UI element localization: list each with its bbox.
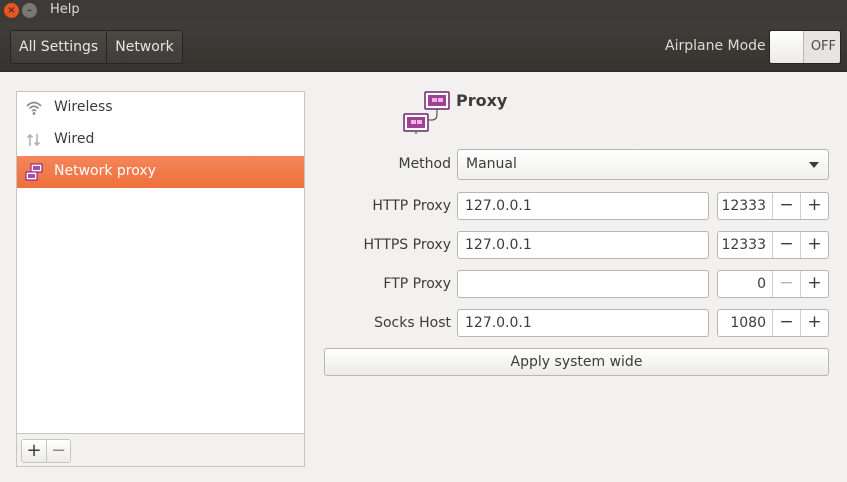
https-proxy-host-input[interactable]: [457, 231, 709, 259]
page-title: Proxy: [456, 91, 508, 110]
airplane-mode-label: Airplane Mode: [665, 38, 766, 54]
ftp-proxy-host-input[interactable]: [457, 270, 709, 298]
title-bar: × – Help: [0, 0, 847, 22]
switch-knob[interactable]: [770, 31, 804, 63]
method-dropdown[interactable]: Manual: [457, 149, 829, 180]
network-proxy-icon: [25, 163, 43, 181]
wired-icon: [26, 133, 41, 147]
window-title: Help: [50, 2, 80, 17]
increment-button[interactable]: +: [800, 271, 828, 297]
socks-host-input[interactable]: [457, 309, 709, 337]
switch-state-label: OFF: [810, 39, 836, 54]
method-selected-value: Manual: [466, 156, 517, 172]
socks-port-spinner[interactable]: 1080 − +: [717, 309, 829, 337]
ftp-proxy-label: FTP Proxy: [383, 276, 451, 292]
wifi-icon: [26, 101, 42, 115]
decrement-button[interactable]: −: [772, 271, 800, 297]
https-proxy-label: HTTPS Proxy: [363, 237, 451, 253]
breadcrumb: All Settings Network: [10, 30, 183, 64]
ftp-proxy-port-spinner[interactable]: 0 − +: [717, 270, 829, 298]
https-proxy-port-spinner[interactable]: 12333 − +: [717, 231, 829, 259]
breadcrumb-all-settings[interactable]: All Settings: [11, 31, 107, 63]
increment-button[interactable]: +: [800, 310, 828, 336]
port-value[interactable]: 1080: [718, 315, 766, 331]
http-proxy-host-input[interactable]: [457, 192, 709, 220]
sidebar-toolbar: + −: [17, 433, 304, 466]
airplane-mode-switch[interactable]: OFF: [769, 30, 841, 64]
network-device-list: Wireless Wired Network proxy + −: [16, 91, 305, 467]
remove-connection-button[interactable]: −: [46, 440, 70, 462]
apply-system-wide-button[interactable]: Apply system wide: [324, 348, 829, 376]
increment-button[interactable]: +: [800, 193, 828, 219]
minimize-window-button[interactable]: –: [22, 3, 37, 18]
http-proxy-port-spinner[interactable]: 12333 − +: [717, 192, 829, 220]
port-value[interactable]: 12333: [718, 237, 766, 253]
sidebar-item-label: Network proxy: [54, 163, 156, 179]
add-connection-button[interactable]: +: [22, 440, 46, 462]
sidebar-item-network-proxy[interactable]: Network proxy: [17, 156, 304, 188]
increment-button[interactable]: +: [800, 232, 828, 258]
sidebar-item-label: Wired: [54, 131, 95, 147]
header-bar: All Settings Network Airplane Mode OFF: [0, 22, 847, 72]
decrement-button[interactable]: −: [772, 232, 800, 258]
breadcrumb-network[interactable]: Network: [106, 31, 182, 63]
sidebar-item-wireless[interactable]: Wireless: [17, 92, 304, 124]
method-label: Method: [398, 156, 451, 172]
http-proxy-label: HTTP Proxy: [372, 198, 451, 214]
network-proxy-icon: [403, 91, 450, 134]
add-remove-buttons: + −: [21, 439, 71, 463]
decrement-button[interactable]: −: [772, 310, 800, 336]
decrement-button[interactable]: −: [772, 193, 800, 219]
close-window-button[interactable]: ×: [4, 3, 19, 18]
port-value[interactable]: 0: [718, 276, 766, 292]
sidebar-item-wired[interactable]: Wired: [17, 124, 304, 156]
socks-host-label: Socks Host: [374, 315, 451, 331]
sidebar-item-label: Wireless: [54, 99, 113, 115]
chevron-down-icon: [809, 162, 819, 168]
port-value[interactable]: 12333: [718, 198, 766, 214]
